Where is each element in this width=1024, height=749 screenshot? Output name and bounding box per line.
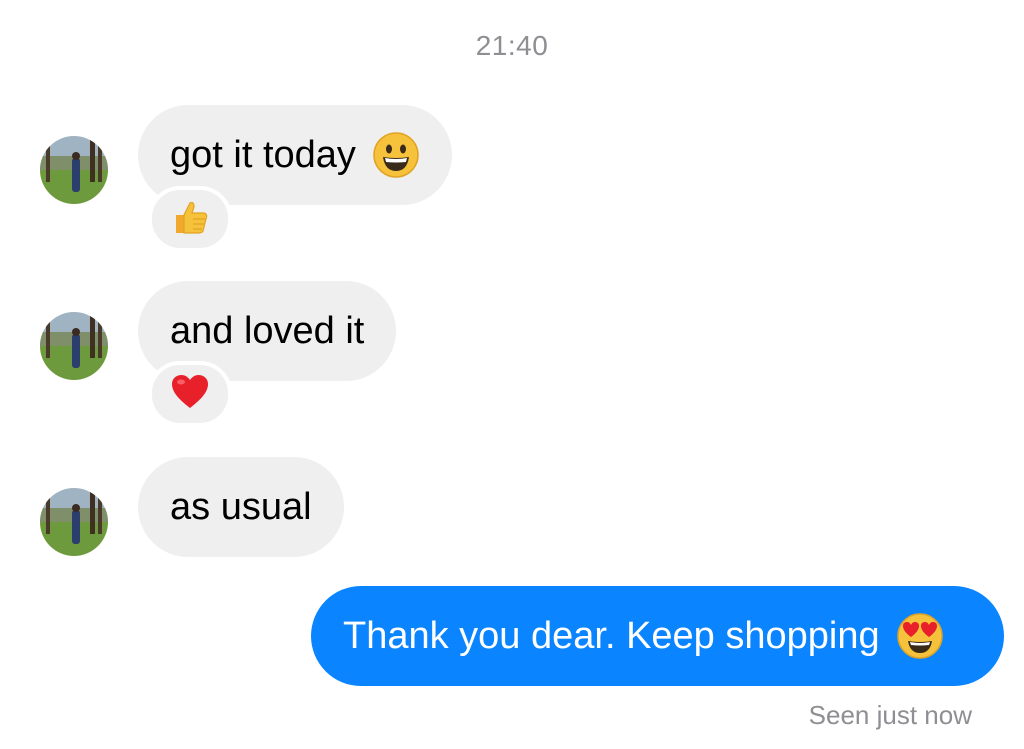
avatar[interactable] bbox=[40, 488, 108, 556]
message-bubble-outgoing[interactable]: Thank you dear. Keep shopping bbox=[311, 586, 1004, 686]
message-text: and loved it bbox=[170, 309, 365, 352]
seen-status: Seen just now bbox=[808, 700, 972, 730]
grinning-face-icon bbox=[372, 131, 420, 179]
message-text: Thank you dear. Keep shopping bbox=[343, 614, 880, 657]
message-bubble[interactable]: as usual bbox=[138, 457, 344, 557]
heart-eyes-face-icon bbox=[896, 612, 944, 660]
message-text: as usual bbox=[170, 485, 312, 528]
timestamp: 21:40 bbox=[475, 30, 549, 61]
thumbs-up-icon bbox=[170, 197, 210, 242]
red-heart-icon bbox=[171, 374, 209, 415]
reaction-badge[interactable] bbox=[148, 361, 232, 427]
reaction-badge[interactable] bbox=[148, 186, 232, 252]
avatar[interactable] bbox=[40, 136, 108, 204]
avatar[interactable] bbox=[40, 312, 108, 380]
message-text: got it today bbox=[170, 133, 356, 176]
